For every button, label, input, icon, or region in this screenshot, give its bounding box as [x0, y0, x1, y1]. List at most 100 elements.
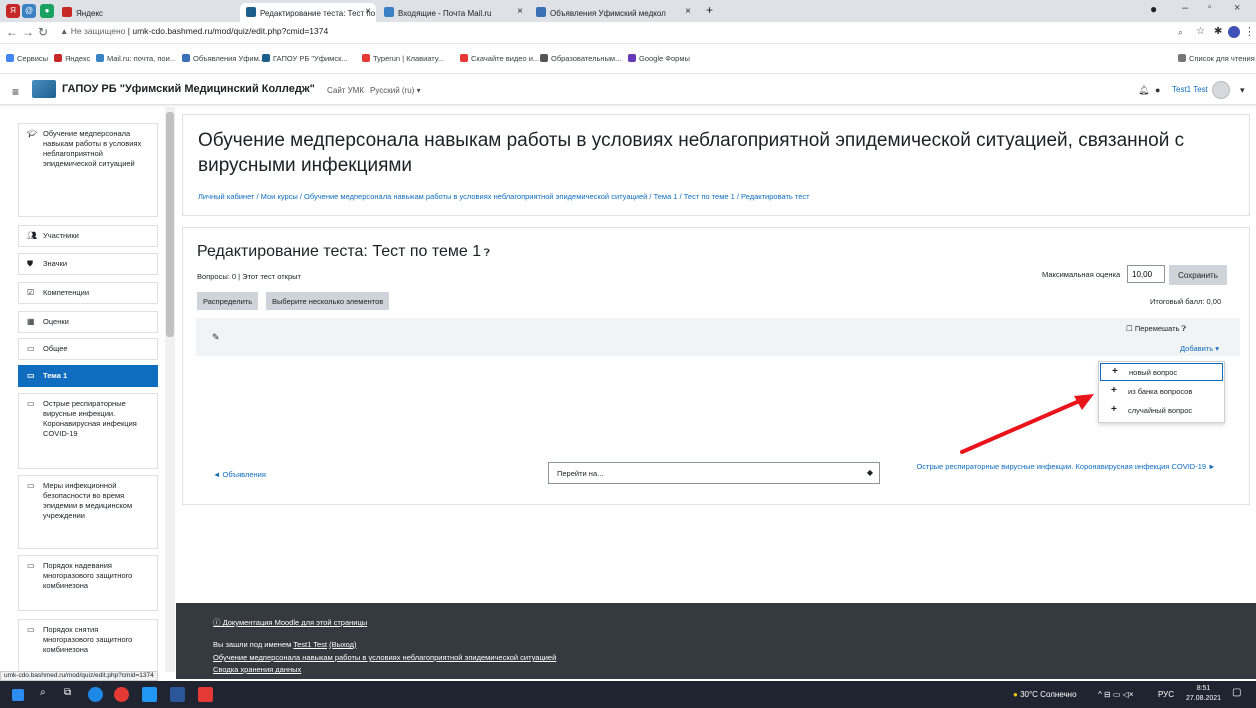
quiz-info: Вопросы: 0 | Этот тест открыт [197, 272, 301, 281]
select-multiple-button[interactable]: Выберите несколько элементов [266, 292, 390, 310]
bookmark-announcements[interactable]: Объявления Уфим... [182, 54, 265, 63]
sun-icon: ● [1013, 690, 1018, 699]
file-explorer-icon[interactable] [142, 687, 157, 702]
nav-item-competencies[interactable]: ☑ Компетенции [18, 282, 158, 304]
moodle-icon [262, 54, 270, 62]
menu-item-new-question[interactable]: + новый вопрос [1100, 363, 1223, 381]
reading-list[interactable]: Список для чтения [1178, 54, 1255, 63]
bookmark-mail[interactable]: Mail.ru: почта, пои... [96, 54, 176, 63]
footer-user-link[interactable]: Test1 Test [293, 640, 327, 649]
help-icon[interactable]: ❓︎ [1182, 324, 1187, 333]
bookmark-yandex[interactable]: Яндекс [54, 54, 90, 63]
bookmark-services[interactable]: Сервисы [6, 54, 48, 63]
language-menu[interactable]: Русский (ru) ▾ [370, 86, 421, 95]
avatar[interactable] [1212, 81, 1230, 99]
tab-announcements[interactable]: Объявления Уфимский медкол × [530, 3, 696, 22]
nav-item-general[interactable]: ▭ Общее [18, 338, 158, 360]
users-icon: 👥︎ [27, 231, 38, 240]
pdf-reader-icon[interactable] [198, 687, 213, 702]
url-field[interactable]: ▲ Не защищено | umk-cdo.bashmed.ru/mod/q… [60, 26, 328, 36]
bookmark-video[interactable]: Скачайте видео и... [460, 54, 539, 63]
nav-item-topic-1[interactable]: ▭ Тема 1 [18, 365, 158, 387]
zoom-icon[interactable]: ⌕ [1178, 27, 1183, 38]
notification-center-icon[interactable]: ▢ [1232, 687, 1241, 698]
pencil-icon[interactable]: ✎ [212, 332, 220, 343]
max-grade-input[interactable] [1127, 265, 1165, 283]
info-icon: ⓘ [213, 618, 223, 627]
site-link[interactable]: Сайт УМК [327, 86, 364, 95]
notifications-bell-icon[interactable]: 🔔︎ [1138, 85, 1149, 96]
edge-icon[interactable] [88, 687, 103, 702]
task-view-icon[interactable]: ⧉ [64, 687, 71, 698]
nav-item-grades[interactable]: ▦ Оценки [18, 311, 158, 333]
bookmark-google-forms[interactable]: Google Формы [628, 54, 690, 63]
search-icon[interactable]: ⌕ [40, 687, 46, 698]
nav-item-suit-off[interactable]: ▭ Порядок снятия многоразового защитного … [18, 619, 158, 672]
word-icon[interactable] [170, 687, 185, 702]
site-name[interactable]: ГАПОУ РБ "Уфимский Медицинский Колледж" [62, 83, 315, 95]
nav-item-participants[interactable]: 👥︎ Участники [18, 225, 158, 247]
footer-course-link[interactable]: Обучение медперсонала навыкам работы в у… [213, 653, 556, 662]
nav-item-infection-safety[interactable]: ▭ Меры инфекционной безопасности во время… [18, 475, 158, 549]
minimize-icon[interactable]: – [1182, 2, 1188, 14]
nav-item-badges[interactable]: ⛊ Значки [18, 253, 158, 275]
data-retention-link[interactable]: Сводка хранения данных [213, 665, 301, 674]
save-button[interactable]: Сохранить [1169, 265, 1227, 285]
next-activity-link[interactable]: Острые респираторные вирусные инфекции. … [906, 461, 1226, 472]
window-close-icon[interactable]: × [1234, 2, 1240, 14]
hamburger-menu-icon[interactable]: ≡ [12, 85, 19, 99]
plus-icon: + [1111, 404, 1117, 415]
checkbox-icon: ☑ [27, 288, 35, 297]
logout-link[interactable]: (Выход) [329, 640, 356, 649]
jump-to-select[interactable]: Перейти на... ◆ [548, 462, 880, 484]
drawer-scrollbar-thumb[interactable] [166, 112, 174, 337]
prev-activity-link[interactable]: ◄ Объявления [213, 470, 266, 479]
tab-yandex[interactable]: Яндекс [56, 3, 164, 22]
close-icon[interactable]: × [517, 6, 523, 17]
moodle-docs-link[interactable]: ⓘ Документация Moodle для этой страницы [213, 617, 367, 628]
menu-dots-icon[interactable]: ⋮ [1244, 25, 1255, 38]
chevron-down-icon[interactable]: ▾ [1240, 85, 1245, 96]
menu-item-from-bank[interactable]: + из банка вопросов [1100, 383, 1223, 401]
nav-item-suit-on[interactable]: ▭ Порядок надевания многоразового защитно… [18, 555, 158, 611]
college-logo[interactable] [32, 80, 56, 98]
windows-start-icon[interactable] [12, 689, 24, 701]
tab-quiz-edit[interactable]: Редактирование теста: Тест по × [240, 3, 376, 22]
star-icon[interactable]: ☆ [1196, 26, 1205, 37]
new-tab-button[interactable]: + [706, 3, 713, 17]
keyboard-language[interactable]: РУС [1158, 690, 1174, 699]
profile-avatar-icon[interactable] [1228, 26, 1240, 38]
tab-mail[interactable]: Входящие - Почта Mail.ru × [378, 3, 528, 22]
table-icon: ▦ [27, 317, 35, 326]
weather-widget[interactable]: ● 30°C Солнечно [1013, 690, 1077, 699]
nav-item-ari-covid[interactable]: ▭ Острые респираторные вирусные инфекции.… [18, 393, 158, 469]
reload-icon[interactable]: ↻ [38, 25, 48, 39]
mail-icon[interactable]: @ [22, 4, 36, 18]
help-icon[interactable]: ❓︎ [481, 248, 490, 259]
bookmark-typerun[interactable]: Typerun | Клавиату... [362, 54, 444, 63]
yandex-icon[interactable]: Я [6, 4, 20, 18]
plus-icon: + [1111, 385, 1117, 396]
tray-icons[interactable]: ^ ⊟ ▭ ◁× [1098, 690, 1134, 699]
chrome-app-icon[interactable]: ● [40, 4, 54, 18]
back-arrow-icon[interactable]: ← [6, 25, 18, 39]
yandex-browser-icon[interactable] [114, 687, 129, 702]
extensions-icon[interactable]: ✱ [1214, 26, 1222, 37]
user-name[interactable]: Test1 Test [1172, 85, 1208, 94]
add-dropdown[interactable]: Добавить ▾ [1180, 344, 1219, 353]
breadcrumb[interactable]: Личный кабинет / Мои курсы / Обучение ме… [198, 192, 810, 201]
bookmark-gapou[interactable]: ГАПОУ РБ "Уфимск... [262, 54, 348, 63]
clock[interactable]: 8:51 27.08.2021 [1186, 684, 1221, 704]
close-icon[interactable]: × [365, 6, 371, 17]
forward-arrow-icon[interactable]: → [22, 25, 34, 39]
folder-icon: ▭ [27, 625, 35, 634]
bookmark-education[interactable]: Образовательным... [540, 54, 621, 63]
messages-icon[interactable]: ● [1155, 85, 1160, 95]
close-icon[interactable]: × [685, 6, 691, 17]
nav-item-course[interactable]: 🎓︎ Обучение медперсонала навыкам работы в… [18, 123, 158, 217]
shuffle-toggle[interactable]: ☐ Перемешать ❓︎ [1126, 324, 1186, 334]
profile-dot-icon[interactable]: ● [1150, 2, 1157, 16]
restore-icon[interactable]: ▫ [1208, 2, 1212, 13]
menu-item-random-question[interactable]: + случайный вопрос [1100, 402, 1223, 420]
repaginate-button[interactable]: Распределить [197, 292, 259, 310]
